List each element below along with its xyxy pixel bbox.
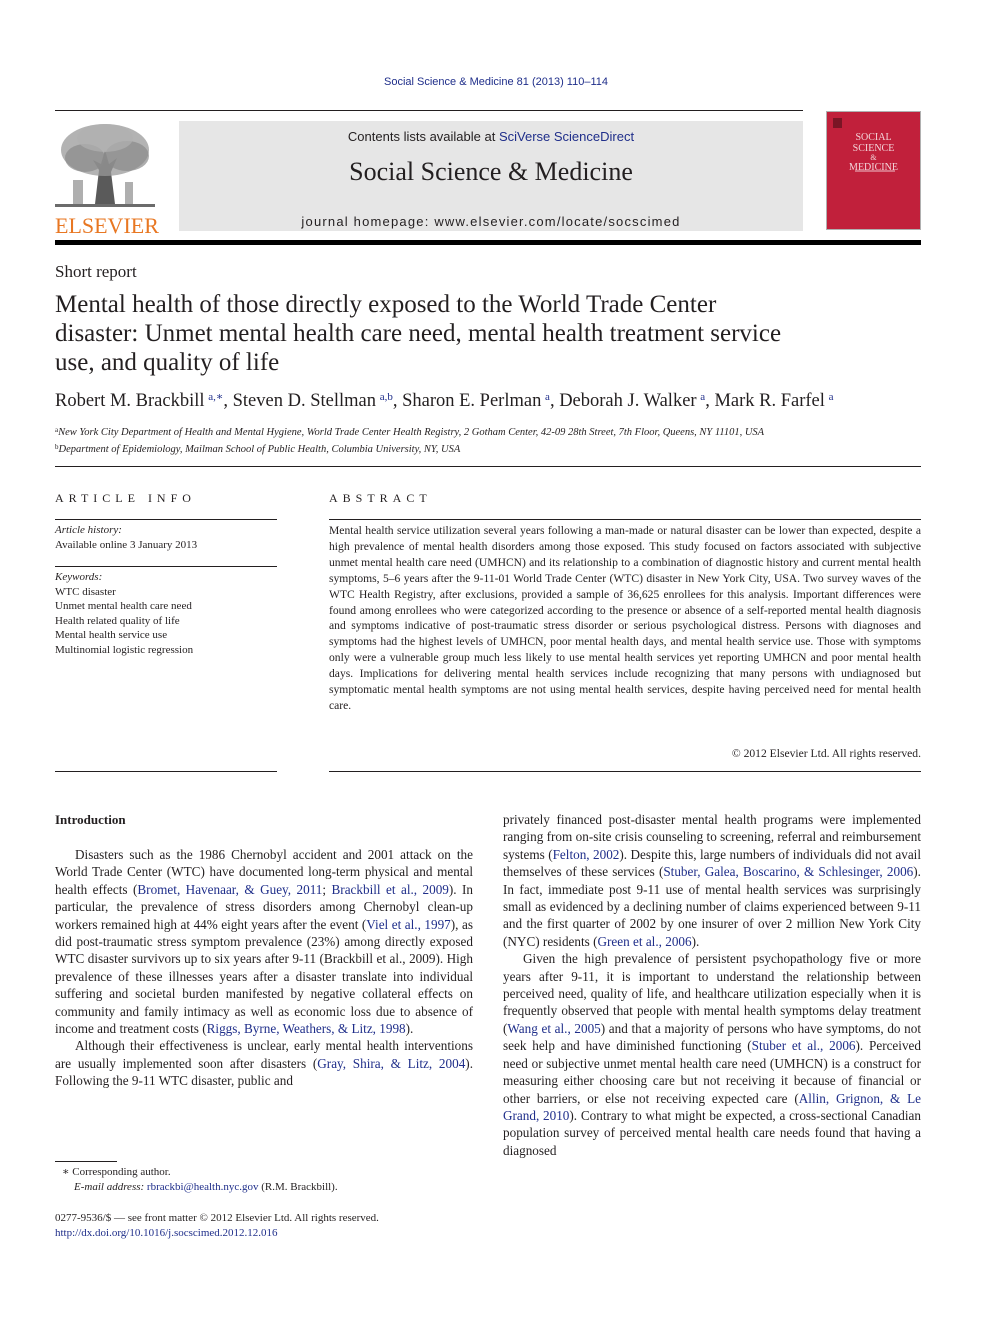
journal-banner: Contents lists available at SciVerse Sci…: [179, 121, 803, 231]
sciencedirect-link[interactable]: SciVerse ScienceDirect: [499, 129, 634, 144]
article-history: Article history: Available online 3 Janu…: [55, 523, 197, 552]
cover-subtitle-line: [855, 170, 895, 172]
article-title: Mental health of those directly exposed …: [55, 291, 782, 376]
author-email-link[interactable]: rbrackbi@health.nyc.gov: [147, 1181, 259, 1193]
citation-link[interactable]: Gray, Shira, & Litz, 2004: [317, 1056, 465, 1071]
citation-link[interactable]: Felton, 2002: [553, 847, 620, 862]
author-name[interactable]: Deborah J. Walker: [559, 391, 696, 411]
doi-link[interactable]: http://dx.doi.org/10.1016/j.socscimed.20…: [55, 1226, 379, 1241]
history-value: Available online 3 January 2013: [55, 538, 198, 551]
abstract-rule: [329, 771, 921, 772]
footnote-text: Corresponding author.: [72, 1166, 171, 1178]
journal-homepage-link[interactable]: journal homepage: www.elsevier.com/locat…: [179, 214, 803, 229]
abstract-text: Mental health service utilization severa…: [329, 524, 921, 712]
section-rule: [55, 466, 921, 467]
citation-link[interactable]: Stuber, Galea, Boscarino, & Schlesinger,…: [663, 864, 913, 879]
author-list: Robert M. Brackbill a,∗, Steven D. Stell…: [55, 391, 834, 411]
introduction-heading: Introduction: [55, 812, 126, 827]
keyword: Health related quality of life: [55, 614, 180, 627]
paragraph-text: ).: [405, 1021, 414, 1037]
info-rule: [55, 771, 277, 772]
journal-name: Social Science & Medicine: [349, 157, 633, 186]
journal-citation[interactable]: Social Science & Medicine 81 (2013) 110–…: [0, 76, 992, 88]
info-rule: [55, 519, 277, 520]
citation-link[interactable]: Brackbill et al., 2009: [332, 882, 449, 897]
cover-title-line: SOCIAL: [855, 132, 892, 143]
info-rule: [55, 566, 277, 567]
footnote-mark: ∗: [62, 1166, 70, 1178]
keywords-label: Keywords:: [55, 571, 103, 583]
paragraph-text: ), as did post-traumatic stress symptom …: [55, 916, 473, 1037]
citation-link[interactable]: Green et al., 2006: [598, 934, 692, 949]
paragraph: privately financed post-disaster mental …: [503, 811, 921, 950]
paragraph-text: ).: [691, 933, 700, 949]
elsevier-logo[interactable]: ELSEVIER: [55, 120, 159, 237]
paragraph: Given the high prevalence of persistent …: [503, 950, 921, 1159]
front-matter: 0277-9536/$ — see front matter © 2012 El…: [55, 1211, 379, 1241]
author-affiliation-mark[interactable]: a,b: [380, 391, 393, 403]
affiliation: aNew York City Department of Health and …: [55, 423, 935, 440]
author-name[interactable]: Robert M. Brackbill: [55, 391, 205, 411]
email-suffix: (R.M. Brackbill).: [261, 1181, 338, 1193]
article-info-heading: ARTICLE INFO: [55, 491, 196, 505]
keyword: Unmet mental health care need: [55, 600, 192, 612]
corresponding-author-footnote: ∗ Corresponding author. E-mail address: …: [62, 1165, 338, 1195]
contents-prefix: Contents lists available at: [347, 129, 499, 144]
header-thick-rule: [55, 240, 921, 245]
email-label: E-mail address:: [74, 1181, 145, 1193]
cover-title-line: &: [870, 153, 877, 162]
keywords-list: Keywords: WTC disaster Unmet mental heal…: [55, 570, 193, 657]
affiliations: aNew York City Department of Health and …: [55, 423, 935, 457]
abstract-rule: [329, 519, 921, 520]
citation-link[interactable]: Riggs, Byrne, Weathers, & Litz, 1998: [207, 1021, 406, 1036]
elsevier-tree-icon: [55, 124, 155, 207]
paragraph: Although their effectiveness is unclear,…: [55, 1037, 473, 1089]
author-affiliation-mark[interactable]: a,∗: [208, 391, 223, 403]
paragraph: Disasters such as the 1986 Chernobyl acc…: [55, 846, 473, 1037]
abstract-copyright: © 2012 Elsevier Ltd. All rights reserved…: [731, 747, 921, 760]
journal-cover-thumbnail[interactable]: SOCIAL SCIENCE & MEDICINE: [826, 111, 921, 230]
history-label: Article history:: [55, 524, 122, 536]
cover-title: SOCIAL SCIENCE & MEDICINE: [827, 132, 920, 173]
abstract-heading: ABSTRACT: [329, 491, 432, 505]
citation-link[interactable]: Bromet, Havenaar, & Guey, 2011: [137, 882, 322, 897]
author-affiliation-mark[interactable]: a: [700, 391, 705, 403]
keyword: Multinomial logistic regression: [55, 643, 194, 656]
paragraph-text: ;: [322, 881, 332, 897]
author-affiliation-mark[interactable]: a: [545, 391, 550, 403]
header-rule: [55, 110, 803, 111]
cover-publisher-icon: [833, 118, 842, 128]
body-column-right: privately financed post-disaster mental …: [503, 811, 921, 1159]
citation-link[interactable]: Stuber et al., 2006: [752, 1038, 856, 1053]
author-name[interactable]: Sharon E. Perlman: [402, 391, 541, 411]
body-column-left: Disasters such as the 1986 Chernobyl acc…: [55, 846, 473, 1090]
citation-link[interactable]: Wang et al., 2005: [507, 1021, 600, 1036]
article-type: Short report: [55, 262, 137, 281]
affiliation-text: Department of Epidemiology, Mailman Scho…: [58, 444, 461, 455]
issn-line: 0277-9536/$ — see front matter © 2012 El…: [55, 1212, 379, 1224]
citation-link[interactable]: Viel et al., 1997: [366, 917, 450, 932]
author-name[interactable]: Steven D. Stellman: [233, 391, 376, 411]
author-affiliation-mark[interactable]: a: [829, 391, 834, 403]
author-name[interactable]: Mark R. Farfel: [714, 391, 824, 411]
affiliation: bDepartment of Epidemiology, Mailman Sch…: [55, 440, 935, 457]
contents-line: Contents lists available at SciVerse Sci…: [179, 129, 803, 144]
affiliation-text: New York City Department of Health and M…: [58, 427, 765, 438]
keyword: WTC disaster: [55, 585, 116, 598]
elsevier-wordmark: ELSEVIER: [55, 213, 159, 238]
keyword: Mental health service use: [55, 629, 168, 641]
footnote-rule: [55, 1161, 117, 1162]
